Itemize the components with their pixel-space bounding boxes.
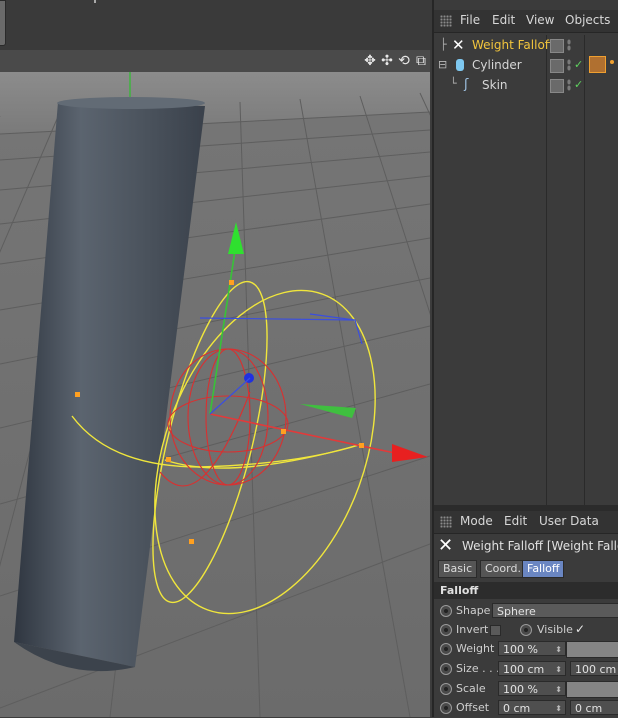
param-label: Size . . . <box>456 662 500 675</box>
viewport-scene <box>0 72 430 717</box>
viewport-header: ✥ ✣ ⟲ ⧉ <box>0 50 430 72</box>
scale-input[interactable]: 100 % ⬍ <box>498 681 566 696</box>
tree-line-icon: └ <box>450 77 457 90</box>
tree-line-icon: ├ <box>440 38 447 51</box>
size-y-input[interactable]: 100 cm <box>570 661 618 676</box>
weight-falloff-icon: ✕ <box>452 36 465 54</box>
tab-coord[interactable]: Coord. <box>480 560 526 578</box>
object-row-skin[interactable]: └ ʃ Skin ✓ <box>434 76 618 96</box>
param-offset: Offset 0 cm ⬍ 0 cm <box>434 698 618 718</box>
right-panels: File Edit View Objects ├ ✕ Weight Fallof… <box>432 0 618 717</box>
param-shape: Shape Sphere <box>434 601 618 621</box>
skin-icon: ʃ <box>464 77 469 92</box>
animate-radio-icon[interactable] <box>440 702 452 714</box>
collapse-toggle-icon[interactable]: ⊟ <box>438 58 447 71</box>
param-label: Visible <box>537 623 573 636</box>
visible-checkbox[interactable]: ✓ <box>575 622 585 636</box>
attribute-title-row: ✕ Weight Falloff [Weight Falloff] <box>434 535 618 559</box>
param-invert-visible: Invert Visible ✓ <box>434 620 618 640</box>
object-name: Cylinder <box>472 58 522 72</box>
tab-basic[interactable]: Basic <box>438 560 478 578</box>
animate-radio-icon[interactable] <box>440 605 452 617</box>
animate-radio-icon[interactable] <box>520 624 532 636</box>
offset-x-input[interactable]: 0 cm ⬍ <box>498 700 566 715</box>
scale-value: 100 % <box>503 683 538 696</box>
object-name: Skin <box>482 78 508 92</box>
animate-radio-icon[interactable] <box>440 624 452 636</box>
menu-user-data[interactable]: User Data <box>539 514 599 528</box>
size-x-input[interactable]: 100 cm ⬍ <box>498 661 566 676</box>
3d-viewport[interactable] <box>0 72 430 717</box>
section-header-falloff: Falloff <box>434 582 618 599</box>
size-x-value: 100 cm <box>503 663 545 676</box>
object-manager-menubar: File Edit View Objects <box>434 10 618 33</box>
cylinder-icon <box>456 59 464 71</box>
weight-input[interactable]: 100 % ⬍ <box>498 641 566 656</box>
attribute-title: Weight Falloff [Weight Falloff] <box>462 539 618 553</box>
menu-edit[interactable]: Edit <box>504 514 527 528</box>
menu-edit[interactable]: Edit <box>492 13 515 27</box>
enabled-check-icon[interactable]: ✓ <box>574 58 583 71</box>
animate-radio-icon[interactable] <box>440 643 452 655</box>
param-label: Weight <box>456 642 495 655</box>
animate-radio-icon[interactable] <box>440 683 452 695</box>
attribute-manager-menubar: Mode Edit User Data <box>434 511 618 534</box>
object-name: Weight Falloff <box>472 38 554 52</box>
param-label: Invert <box>456 623 489 636</box>
param-scale: Scale 100 % ⬍ <box>434 679 618 699</box>
weight-falloff-icon: ✕ <box>438 535 454 556</box>
menu-file[interactable]: File <box>460 13 480 27</box>
animate-radio-icon[interactable] <box>440 663 452 675</box>
column-divider <box>546 35 547 505</box>
layer-toggle-icon[interactable] <box>550 79 564 93</box>
weight-slider[interactable] <box>566 641 618 658</box>
offset-y-input[interactable]: 0 cm <box>570 700 618 715</box>
param-size: Size . . . 100 cm ⬍ 100 cm <box>434 659 618 679</box>
maximize-view-icon[interactable]: ⧉ <box>413 53 429 69</box>
top-input-field[interactable] <box>0 0 6 46</box>
param-label: Scale <box>456 682 486 695</box>
zoom-view-icon[interactable]: ✣ <box>379 53 395 69</box>
spinner-icon[interactable]: ⬍ <box>555 682 562 697</box>
param-weight: Weight 100 % ⬍ <box>434 639 618 659</box>
visibility-dots-icon[interactable] <box>567 39 571 51</box>
spinner-icon[interactable]: ⬍ <box>555 701 562 716</box>
spinner-icon[interactable]: ⬍ <box>555 662 562 677</box>
layer-toggle-icon[interactable] <box>550 59 564 73</box>
param-label: Offset <box>456 701 490 714</box>
spinner-icon[interactable]: ⬍ <box>555 642 562 657</box>
invert-checkbox[interactable] <box>490 625 501 636</box>
visibility-dots-icon[interactable] <box>567 79 571 91</box>
visibility-dots-icon[interactable] <box>567 59 571 71</box>
enabled-check-icon[interactable]: ✓ <box>574 78 583 91</box>
panel-grip-icon[interactable] <box>440 516 452 528</box>
top-toolbar-strip <box>0 0 432 50</box>
param-label: Shape <box>456 604 491 617</box>
texture-tag-icon[interactable] <box>589 56 606 73</box>
top-marker <box>94 0 96 3</box>
column-divider <box>584 35 585 505</box>
menu-view[interactable]: View <box>526 13 554 27</box>
weight-value: 100 % <box>503 643 538 656</box>
shape-dropdown[interactable]: Sphere <box>492 603 618 618</box>
move-view-icon[interactable]: ✥ <box>362 53 378 69</box>
object-row-weight-falloff[interactable]: ├ ✕ Weight Falloff <box>434 36 618 56</box>
layer-toggle-icon[interactable] <box>550 39 564 53</box>
panel-grip-icon[interactable] <box>440 15 452 27</box>
menu-mode[interactable]: Mode <box>460 514 493 528</box>
object-row-cylinder[interactable]: ⊟ Cylinder ✓ <box>434 56 618 76</box>
tab-falloff[interactable]: Falloff <box>522 560 565 578</box>
menu-objects[interactable]: Objects <box>565 13 610 27</box>
tag-dot-icon <box>610 60 614 64</box>
offset-x-value: 0 cm <box>503 702 531 715</box>
scale-slider[interactable] <box>566 681 618 698</box>
rotate-view-icon[interactable]: ⟲ <box>396 53 412 69</box>
